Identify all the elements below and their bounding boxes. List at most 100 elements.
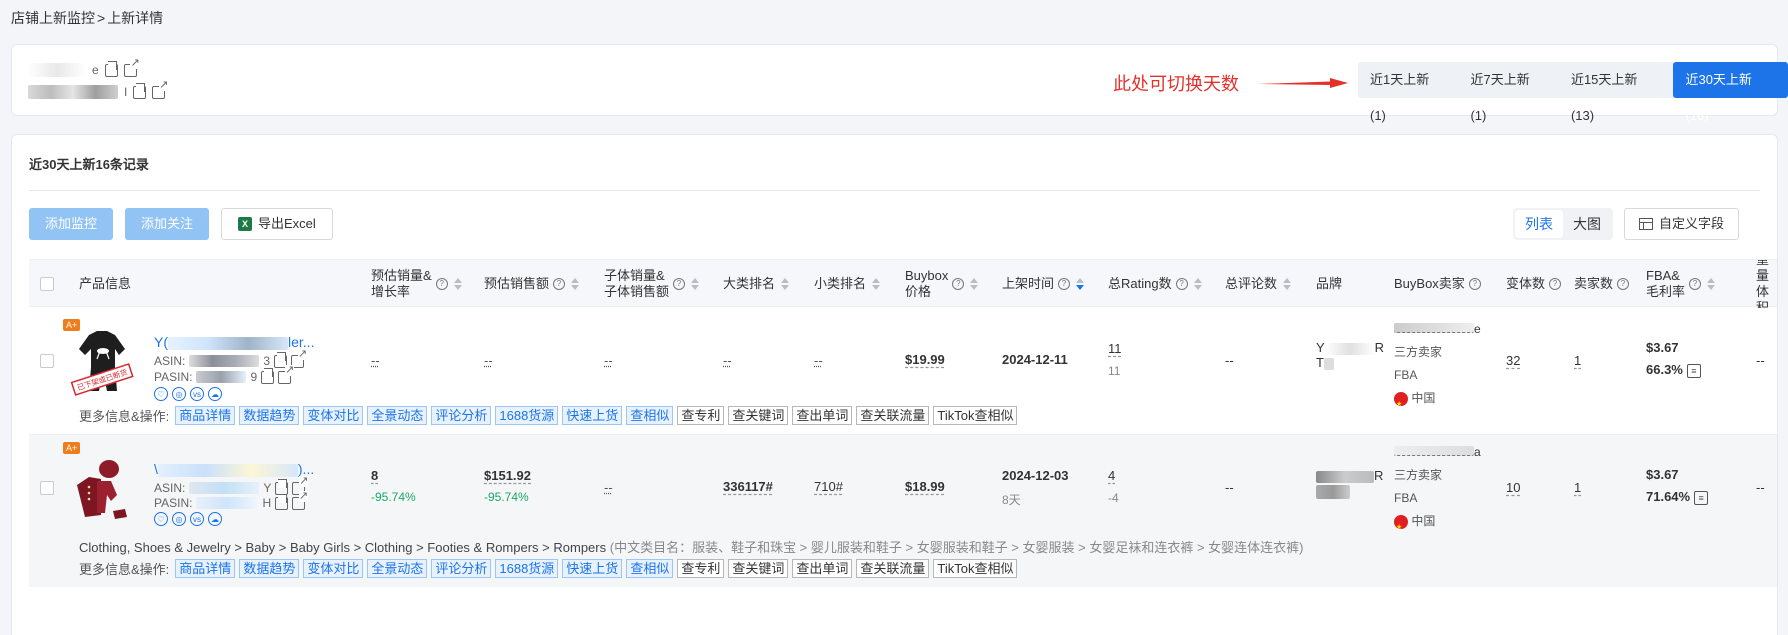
tab-30-days[interactable]: 近30天上新 (16)	[1673, 62, 1788, 123]
cloud-icon[interactable]: ☁	[208, 387, 222, 401]
col-est-revenue[interactable]: 预估销售额 ?	[484, 260, 580, 308]
op-order-words[interactable]: 查出单词	[792, 406, 853, 425]
export-excel-button[interactable]: X 导出Excel	[221, 208, 333, 240]
listed-date: 2024-12-03	[1002, 468, 1069, 483]
op-data-trend[interactable]: 数据趋势	[239, 559, 300, 578]
cloud-icon[interactable]: ☁	[208, 512, 222, 526]
op-keywords[interactable]: 查关键词	[728, 406, 789, 425]
brand[interactable]: R	[1316, 468, 1383, 499]
help-icon: ?	[1468, 278, 1481, 290]
op-variant-compare[interactable]: 变体对比	[303, 559, 364, 578]
col-sub-rank[interactable]: 小类排名	[814, 260, 881, 308]
main-rank[interactable]: 336117#	[723, 479, 773, 494]
external-link-icon[interactable]	[152, 79, 169, 99]
calculator-icon[interactable]: ≡	[1686, 363, 1701, 378]
row-checkbox[interactable]	[40, 354, 54, 368]
op-1688-source[interactable]: 1688货源	[495, 559, 559, 578]
custom-fields-button[interactable]: 自定义字段	[1624, 208, 1740, 240]
col-listed-time[interactable]: 上架时间 ?	[1002, 260, 1085, 308]
margin: 71.64% ≡	[1646, 489, 1709, 505]
rating-count[interactable]: 11	[1108, 341, 1122, 356]
store-name-row: e	[28, 57, 140, 77]
op-order-words[interactable]: 查出单词	[792, 559, 853, 578]
op-tiktok-similar[interactable]: TikTok查相似	[933, 559, 1018, 578]
view-list-option[interactable]: 列表	[1515, 210, 1563, 238]
op-data-trend[interactable]: 数据趋势	[239, 406, 300, 425]
buybox-price[interactable]: $18.99	[905, 479, 945, 494]
op-patent[interactable]: 查专利	[677, 406, 725, 425]
main-rank: --	[723, 353, 732, 368]
seller-name[interactable]: e	[1394, 318, 1481, 341]
col-total-rating[interactable]: 总Rating数 ?	[1108, 260, 1202, 308]
col-est-sales[interactable]: 预估销量& 增长率 ?	[371, 260, 462, 308]
row-checkbox[interactable]	[40, 481, 54, 495]
add-monitor-button[interactable]: 添加监控	[29, 208, 114, 240]
lens-search-icon[interactable]: ◎	[172, 512, 186, 526]
breadcrumb-parent[interactable]: 店铺上新监控	[11, 10, 95, 26]
china-flag-icon	[1394, 514, 1408, 539]
lens-search-icon[interactable]: ◎	[172, 387, 186, 401]
op-panorama[interactable]: 全景动态	[367, 559, 428, 578]
favorite-icon[interactable]: ♡	[154, 387, 168, 401]
seller-count[interactable]: 1	[1574, 480, 1581, 495]
product-title-link[interactable]: Y(ler...	[154, 334, 314, 350]
sub-rank[interactable]: 710#	[814, 479, 843, 494]
op-related-traffic[interactable]: 查关联流量	[856, 559, 930, 578]
brand[interactable]: YR T	[1316, 340, 1384, 370]
tab-15-days[interactable]: 近15天上新 (13)	[1559, 62, 1674, 123]
op-variant-compare[interactable]: 变体对比	[303, 406, 364, 425]
op-patent[interactable]: 查专利	[677, 559, 725, 578]
copy-icon[interactable]	[133, 82, 147, 99]
compare-vs-icon[interactable]: vs	[190, 512, 204, 526]
op-find-similar[interactable]: 查相似	[626, 559, 674, 578]
add-follow-button[interactable]: 添加关注	[125, 208, 210, 240]
tab-1-day[interactable]: 近1天上新 (1)	[1358, 62, 1458, 123]
op-review-analysis[interactable]: 评论分析	[431, 406, 492, 425]
seller-country: 中国	[1394, 387, 1481, 416]
view-toggle: 列表 大图	[1513, 208, 1613, 240]
rating-count[interactable]: 4	[1108, 468, 1115, 483]
op-1688-source[interactable]: 1688货源	[495, 406, 559, 425]
select-all-checkbox[interactable]	[40, 260, 54, 308]
variant-count[interactable]: 10	[1506, 480, 1520, 495]
op-review-analysis[interactable]: 评论分析	[431, 559, 492, 578]
external-link-icon[interactable]	[123, 57, 140, 77]
op-product-detail[interactable]: 商品详情	[175, 559, 236, 578]
op-quick-list[interactable]: 快速上货	[562, 559, 623, 578]
op-keywords[interactable]: 查关键词	[728, 559, 789, 578]
op-tiktok-similar[interactable]: TikTok查相似	[933, 406, 1018, 425]
col-main-rank[interactable]: 大类排名	[723, 260, 790, 308]
external-link-icon[interactable]	[278, 364, 295, 384]
est-sales[interactable]: 8	[371, 468, 378, 483]
product-image[interactable]	[67, 455, 137, 525]
copy-icon[interactable]	[275, 493, 289, 510]
view-grid-option[interactable]: 大图	[1563, 210, 1611, 238]
calculator-icon[interactable]: ≡	[1694, 490, 1709, 505]
op-product-detail[interactable]: 商品详情	[175, 406, 236, 425]
col-buybox-price[interactable]: Buybox 价格 ?	[905, 260, 979, 308]
seller-count[interactable]: 1	[1574, 353, 1581, 368]
tab-7-days[interactable]: 近7天上新 (1)	[1458, 62, 1558, 123]
variant-count[interactable]: 32	[1506, 353, 1520, 368]
op-find-similar[interactable]: 查相似	[626, 406, 674, 425]
category-en[interactable]: Clothing, Shoes & Jewelry > Baby > Baby …	[79, 540, 606, 555]
copy-icon[interactable]	[104, 60, 118, 77]
op-quick-list[interactable]: 快速上货	[562, 406, 623, 425]
seller-country: 中国	[1394, 510, 1481, 539]
op-related-traffic[interactable]: 查关联流量	[856, 406, 930, 425]
est-revenue[interactable]: $151.92	[484, 468, 531, 483]
copy-icon[interactable]	[261, 367, 275, 384]
product-title-link[interactable]: \)...	[154, 461, 314, 477]
external-link-icon[interactable]	[292, 490, 309, 510]
table-columns-icon	[1639, 218, 1653, 230]
col-total-reviews[interactable]: 总评论数	[1225, 260, 1292, 308]
margin: 66.3% ≡	[1646, 362, 1701, 378]
buybox-price[interactable]: $19.99	[905, 352, 945, 367]
compare-vs-icon[interactable]: vs	[190, 387, 204, 401]
col-fba-margin[interactable]: FBA& 毛利率 ?	[1646, 260, 1716, 308]
op-panorama[interactable]: 全景动态	[367, 406, 428, 425]
product-image[interactable]: 已下架或已断货	[67, 327, 137, 397]
seller-name[interactable]: a	[1394, 441, 1481, 464]
col-child-sales[interactable]: 子体销量& 子体销售额 ?	[604, 260, 700, 308]
favorite-icon[interactable]: ♡	[154, 512, 168, 526]
